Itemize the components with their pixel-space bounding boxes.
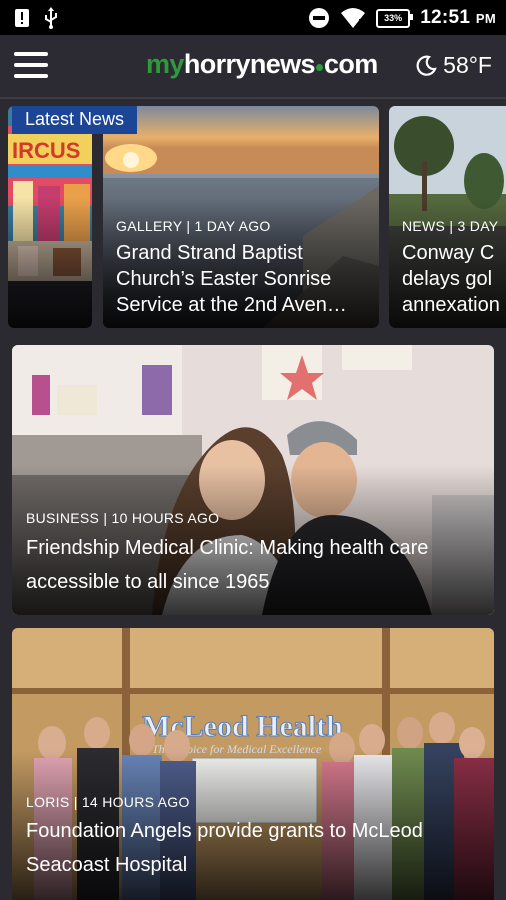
clock: 12:51 PM [420, 7, 496, 28]
story-card-mcleod[interactable]: McLeod Health The Choice for Medical Exc… [12, 628, 494, 900]
story-title: Friendship Medical Clinic: Making health… [26, 537, 429, 593]
story-category: GALLERY | 1 DAY AGO [116, 218, 271, 234]
menu-icon[interactable] [14, 52, 48, 80]
svg-text:IRCUS: IRCUS [12, 138, 80, 163]
story-card-friendship[interactable]: BUSINESS | 10 HOURS AGO Friendship Medic… [12, 345, 494, 615]
battery-icon: 33% [376, 8, 414, 28]
alert-icon [15, 9, 29, 27]
carousel-card[interactable]: IRCUS [8, 106, 92, 328]
status-bar: 33% 12:51 PM [0, 0, 506, 35]
wifi-icon [341, 8, 366, 28]
story-category: BUSINESS | 10 HOURS AGO [26, 510, 220, 526]
divider [0, 97, 506, 99]
latest-news-badge: Latest News [12, 106, 138, 134]
story-title: Foundation Angels provide grants to McLe… [26, 820, 423, 876]
weather-temp: 58°F [443, 52, 492, 78]
story-title: Grand Strand Baptist Church’s Easter Son… [116, 242, 347, 316]
story-category: NEWS | 3 DAY [402, 218, 499, 234]
story-title: Conway C delays gol annexation [402, 242, 500, 316]
site-logo[interactable]: myhorrynews com [146, 49, 378, 80]
moon-icon [416, 55, 437, 76]
carousel-card[interactable]: NEWS | 3 DAY Conway C delays gol annexat… [389, 106, 506, 328]
latest-news-carousel[interactable]: Latest News IRCUS GALLERY | 1 DAY AGO Gr… [0, 106, 506, 328]
weather-widget[interactable]: 58°F [415, 52, 492, 79]
story-category: LORIS | 14 HOURS AGO [26, 794, 190, 810]
usb-icon [45, 7, 57, 29]
app-bar: myhorrynews com 58°F [0, 35, 506, 97]
dnd-icon [309, 8, 330, 28]
carousel-card[interactable]: GALLERY | 1 DAY AGO Grand Strand Baptist… [103, 106, 379, 328]
